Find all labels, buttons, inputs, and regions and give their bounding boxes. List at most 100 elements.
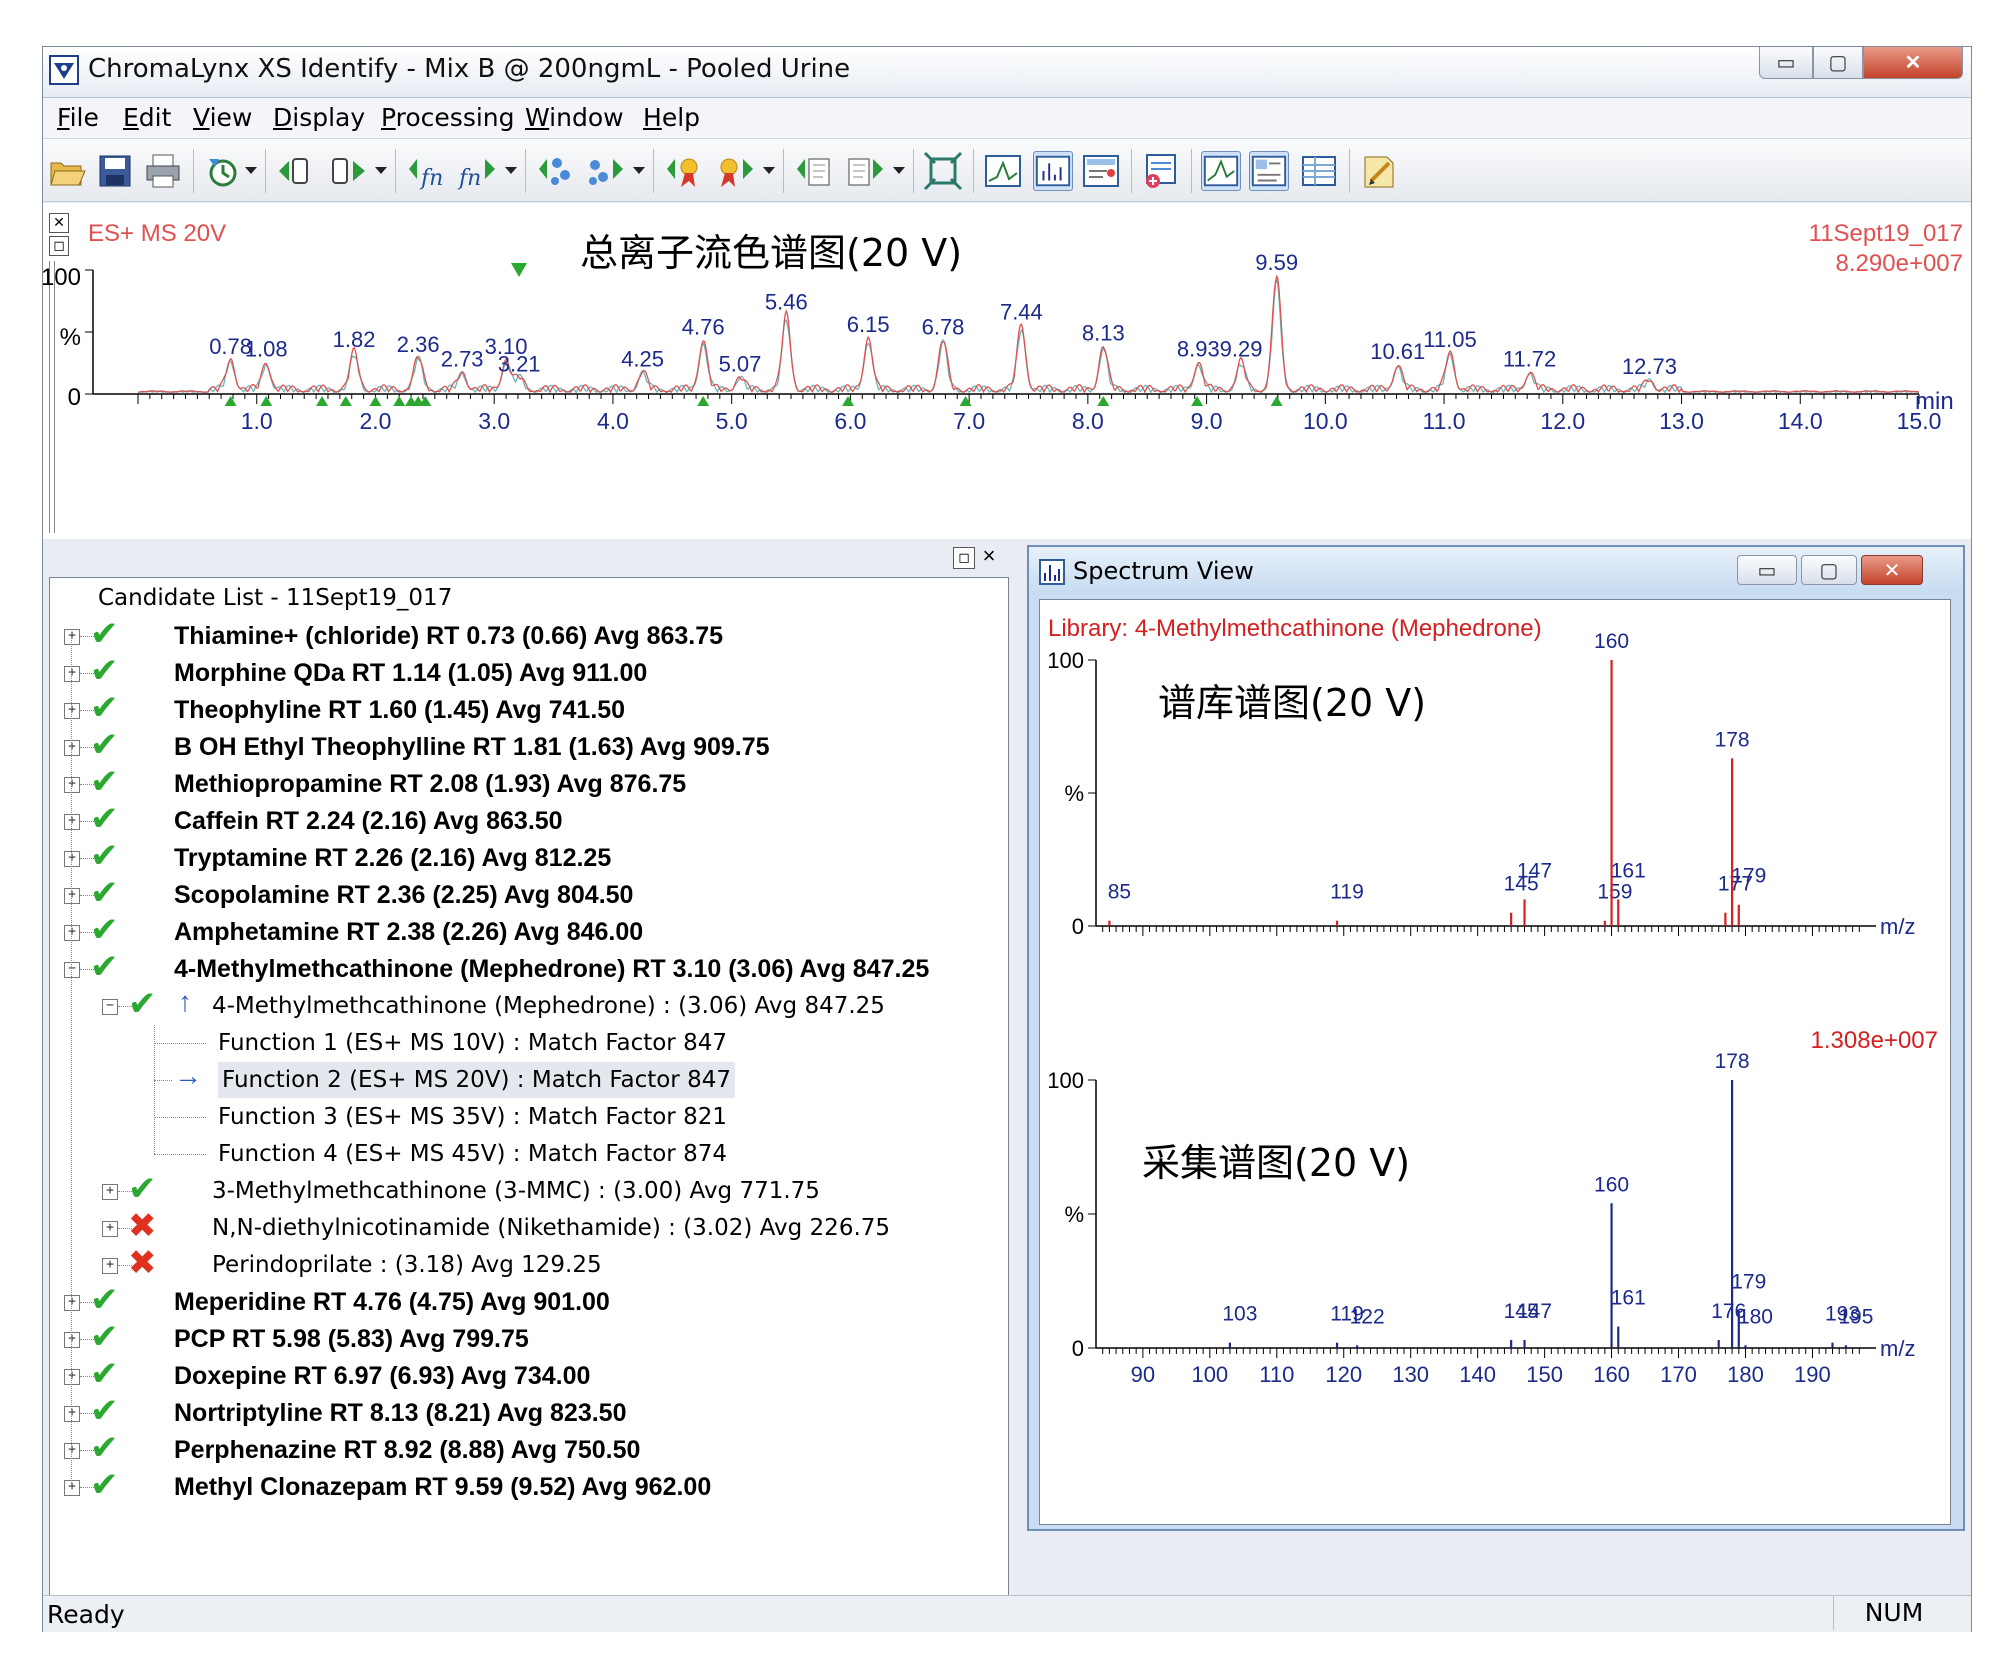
collapse-icon[interactable]: −: [64, 962, 80, 978]
library-prev-icon[interactable]: [793, 151, 833, 191]
process-dropdown[interactable]: [245, 167, 257, 174]
spectrum-maximize-button[interactable]: ▢: [1801, 555, 1857, 585]
tic-scan-marker[interactable]: [511, 263, 527, 277]
menu-view[interactable]: View: [193, 103, 252, 132]
expand-icon[interactable]: +: [64, 1332, 80, 1348]
fn-next-icon[interactable]: fn: [457, 151, 497, 191]
minimize-button[interactable]: ▭: [1759, 47, 1813, 79]
candidate-dropdown[interactable]: [763, 167, 775, 174]
function-item[interactable]: Function 4 (ES+ MS 45V) : Match Factor 8…: [50, 1136, 1000, 1173]
expand-icon[interactable]: +: [64, 666, 80, 682]
close-button[interactable]: ✕: [1863, 47, 1963, 79]
tic-candidate-marker[interactable]: [697, 396, 710, 406]
function-dropdown[interactable]: [375, 167, 387, 174]
expand-icon[interactable]: +: [64, 1295, 80, 1311]
open-icon[interactable]: [47, 151, 87, 191]
library-next-icon[interactable]: [845, 151, 885, 191]
function-item[interactable]: Function 3 (ES+ MS 35V) : Match Factor 8…: [50, 1099, 1000, 1136]
tic-candidate-marker[interactable]: [1191, 396, 1204, 406]
expand-icon[interactable]: +: [64, 851, 80, 867]
peak-next-icon[interactable]: [585, 151, 625, 191]
tic-toggle-icon[interactable]: [1201, 151, 1241, 191]
spectrum-charts[interactable]: Library: 4-Methylmethcathinone (Mephedro…: [1040, 600, 1950, 1524]
candidate-item[interactable]: + ✔ Tryptamine RT 2.26 (2.16) Avg 812.25: [50, 836, 1000, 877]
candidate-item[interactable]: + ✔ Caffein RT 2.24 (2.16) Avg 863.50: [50, 799, 1000, 840]
fn-dropdown[interactable]: [505, 167, 517, 174]
spectrum-minimize-button[interactable]: ▭: [1737, 555, 1797, 585]
tic-candidate-marker[interactable]: [393, 396, 406, 406]
menu-display[interactable]: Display: [273, 103, 365, 132]
alternative-item[interactable]: + ✖ Perindoprilate : (3.18) Avg 129.25: [50, 1243, 1000, 1284]
expand-icon[interactable]: +: [102, 1221, 118, 1237]
candidate-item[interactable]: + ✔ B OH Ethyl Theophylline RT 1.81 (1.63)…: [50, 725, 1000, 766]
spectrum-view-icon[interactable]: [1033, 151, 1073, 191]
function-next-icon[interactable]: [329, 151, 369, 191]
candidate-item[interactable]: + ✔ Scopolamine RT 2.36 (2.25) Avg 804.50: [50, 873, 1000, 914]
menu-processing[interactable]: Processing: [381, 103, 515, 132]
candidate-item[interactable]: + ✔ Meperidine RT 4.76 (4.75) Avg 901.00: [50, 1280, 1000, 1321]
function-item[interactable]: → Function 2 (ES+ MS 20V) : Match Factor …: [50, 1060, 1000, 1099]
process-icon[interactable]: [203, 151, 243, 191]
alternative-item[interactable]: + ✖ N,N-diethylnicotinamide (Nikethamide) …: [50, 1206, 1000, 1247]
candidate-subitem[interactable]: − ✔ ↑ 4-Methylmethcathinone (Mephedrone) : …: [50, 984, 1000, 1025]
expand-icon[interactable]: +: [64, 629, 80, 645]
tic-candidate-marker[interactable]: [959, 396, 972, 406]
fit-icon[interactable]: [923, 151, 963, 191]
library-dropdown[interactable]: [893, 167, 905, 174]
maximize-button[interactable]: ▢: [1813, 47, 1863, 79]
function-item[interactable]: Function 1 (ES+ MS 10V) : Match Factor 8…: [50, 1025, 1000, 1062]
candidate-prev-icon[interactable]: [663, 151, 703, 191]
expand-icon[interactable]: +: [102, 1184, 118, 1200]
expand-icon[interactable]: +: [64, 888, 80, 904]
peak-dropdown[interactable]: [633, 167, 645, 174]
candidate-item[interactable]: + ✔ Morphine QDa RT 1.14 (1.05) Avg 911.00: [50, 651, 1000, 692]
candidate-item[interactable]: − ✔ 4-Methylmethcathinone (Mephedrone) RT …: [50, 947, 1000, 988]
candidate-item[interactable]: + ✔ Doxepine RT 6.97 (6.93) Avg 734.00: [50, 1354, 1000, 1395]
tic-candidate-marker[interactable]: [316, 396, 329, 406]
function-prev-icon[interactable]: [275, 151, 315, 191]
candidate-item[interactable]: + ✔ Methyl Clonazepam RT 9.59 (9.52) Avg 9…: [50, 1465, 1000, 1506]
expand-icon[interactable]: +: [64, 777, 80, 793]
fn-prev-icon[interactable]: fn: [405, 151, 445, 191]
peak-prev-icon[interactable]: [535, 151, 575, 191]
tic-candidate-marker[interactable]: [369, 396, 382, 406]
expand-icon[interactable]: +: [64, 1369, 80, 1385]
tic-candidate-marker[interactable]: [842, 396, 855, 406]
expand-icon[interactable]: +: [64, 925, 80, 941]
tic-candidate-marker[interactable]: [224, 396, 237, 406]
tic-candidate-marker[interactable]: [339, 396, 352, 406]
print-icon[interactable]: [143, 151, 183, 191]
menu-file[interactable]: File: [57, 103, 99, 132]
candidate-next-icon[interactable]: [715, 151, 755, 191]
candidate-item[interactable]: + ✔ Thiamine+ (chloride) RT 0.73 (0.66) Av…: [50, 614, 1000, 655]
candidate-item[interactable]: + ✔ Perphenazine RT 8.92 (8.88) Avg 750.50: [50, 1428, 1000, 1469]
candidate-item[interactable]: + ✔ Theophyline RT 1.60 (1.45) Avg 741.50: [50, 688, 1000, 729]
tic-chart[interactable]: ES+ MS 20V 11Sept19_017 8.290e+007 100 %…: [43, 203, 1971, 539]
expand-icon[interactable]: +: [64, 814, 80, 830]
library-view-icon[interactable]: [1081, 151, 1121, 191]
tic-candidate-marker[interactable]: [260, 396, 273, 406]
menu-help[interactable]: Help: [643, 103, 700, 132]
pane-close-button[interactable]: ×: [979, 545, 999, 567]
candidate-item[interactable]: + ✔ Amphetamine RT 2.38 (2.26) Avg 846.00: [50, 910, 1000, 951]
pane-restore-button[interactable]: ◻: [953, 547, 975, 569]
save-icon[interactable]: [95, 151, 135, 191]
candidate-item[interactable]: + ✔ PCP RT 5.98 (5.83) Avg 799.75: [50, 1317, 1000, 1358]
alternative-item[interactable]: + ✔ 3-Methylmethcathinone (3-MMC) : (3.00)…: [50, 1169, 1000, 1210]
spectrum-toggle-icon[interactable]: [1249, 151, 1289, 191]
add-library-icon[interactable]: [1141, 151, 1181, 191]
candidate-item[interactable]: + ✔ Methiopropamine RT 2.08 (1.93) Avg 876…: [50, 762, 1000, 803]
candidate-item[interactable]: + ✔ Nortriptyline RT 8.13 (8.21) Avg 823.5…: [50, 1391, 1000, 1432]
chromatogram-view-icon[interactable]: [983, 151, 1023, 191]
collapse-icon[interactable]: −: [102, 999, 118, 1015]
report-icon[interactable]: [1359, 151, 1399, 191]
spectrum-close-button[interactable]: ✕: [1861, 555, 1923, 585]
expand-icon[interactable]: +: [64, 1406, 80, 1422]
table-toggle-icon[interactable]: [1299, 151, 1339, 191]
tic-candidate-marker[interactable]: [1270, 396, 1283, 406]
expand-icon[interactable]: +: [64, 703, 80, 719]
menu-window[interactable]: Window: [525, 103, 624, 132]
expand-icon[interactable]: +: [64, 1480, 80, 1496]
expand-icon[interactable]: +: [64, 740, 80, 756]
menu-edit[interactable]: Edit: [123, 103, 171, 132]
